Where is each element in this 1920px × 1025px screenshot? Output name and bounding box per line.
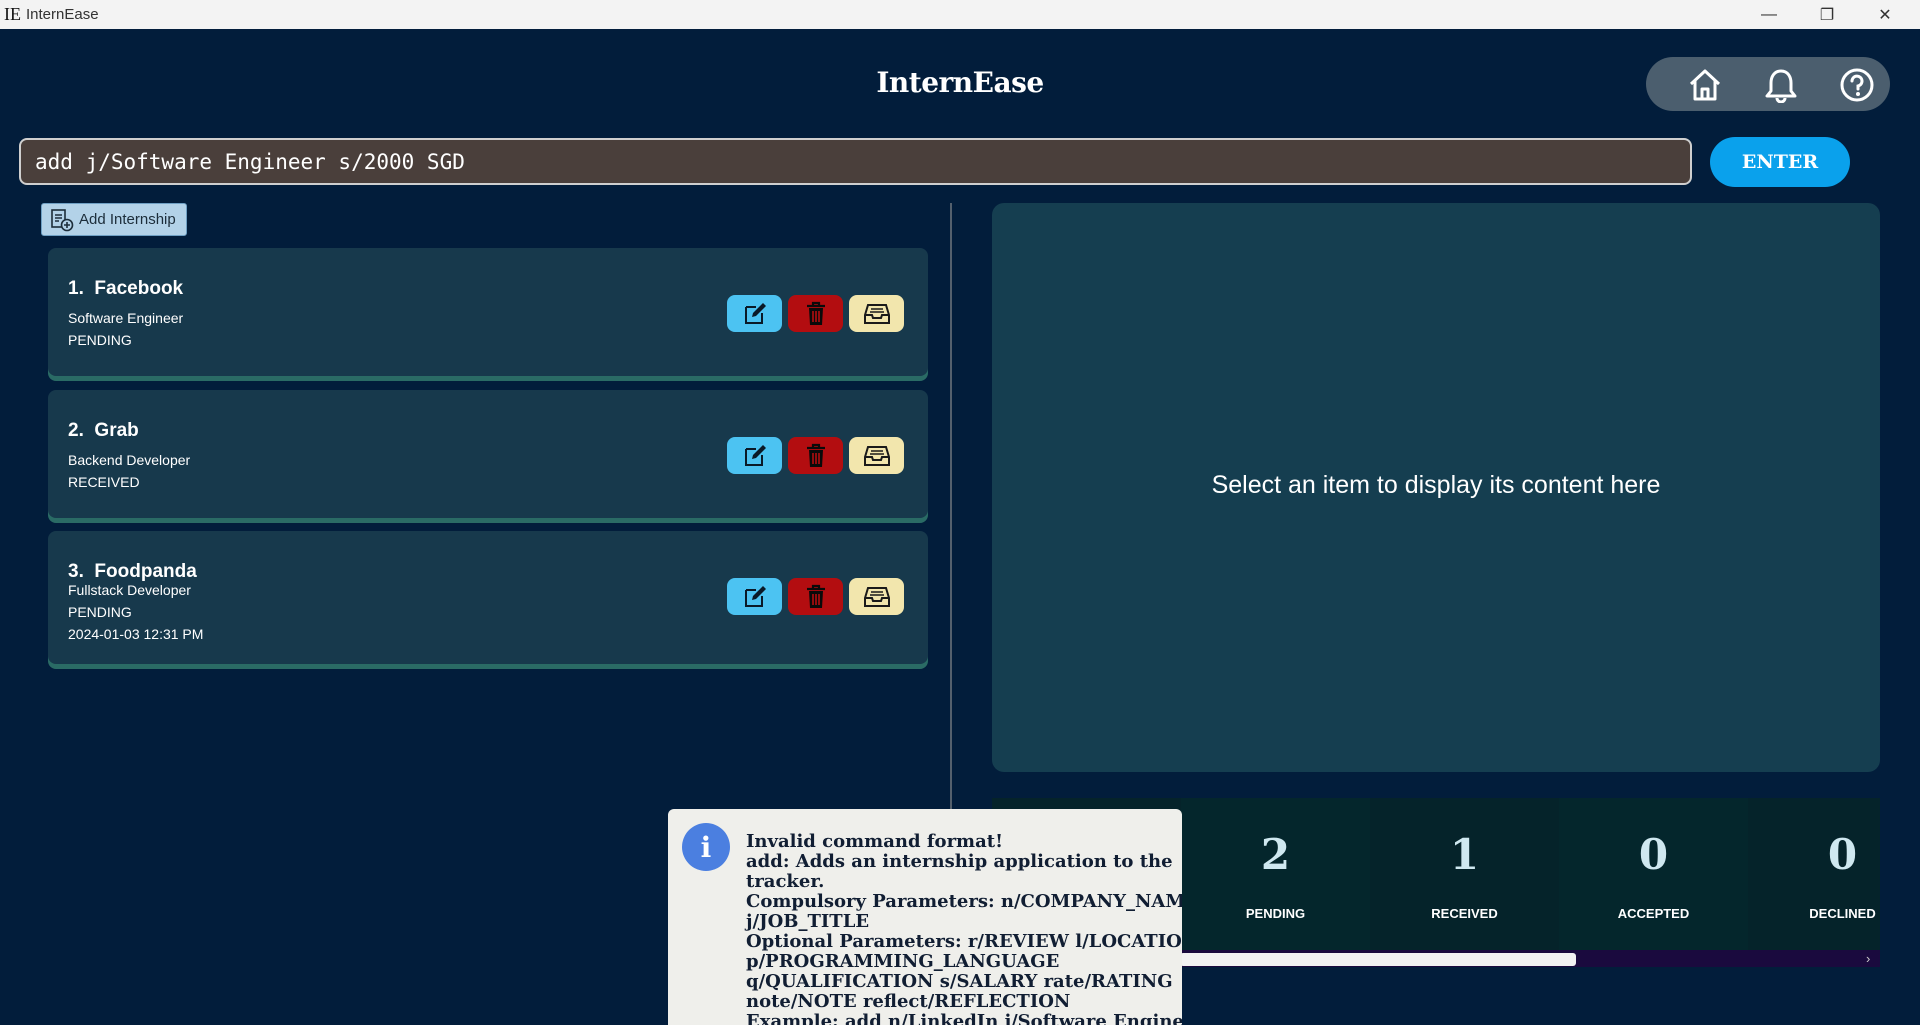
add-internship-button[interactable]: Add Internship [41, 203, 187, 236]
bell-icon [1765, 69, 1797, 103]
internship-card[interactable]: 3. Foodpanda Fullstack Developer PENDING… [48, 531, 928, 664]
error-notification: i Invalid command format! add: Adds an i… [668, 809, 1182, 1025]
internship-company: 1. Facebook [68, 278, 184, 299]
window-title: InternEase [26, 6, 99, 23]
command-input[interactable]: add j/Software Engineer s/2000 SGD [19, 138, 1692, 185]
inbox-icon [863, 586, 890, 607]
help-button[interactable] [1838, 66, 1876, 104]
stat-label: RECEIVED [1431, 906, 1498, 921]
edit-button[interactable] [727, 295, 782, 332]
internship-role: Fullstack Developer [68, 582, 191, 598]
error-line: j/JOB_TITLE [746, 911, 870, 932]
inbox-icon [863, 445, 890, 466]
home-icon [1689, 69, 1721, 101]
internship-card[interactable]: 1. Facebook Software Engineer PENDING [48, 248, 928, 376]
close-button[interactable]: ✕ [1856, 0, 1914, 29]
error-line: p/PROGRAMMING_LANGUAGE [746, 951, 1060, 972]
edit-icon [744, 444, 766, 466]
trash-icon [806, 301, 825, 325]
add-document-icon [51, 208, 74, 231]
home-button[interactable] [1686, 66, 1724, 104]
help-icon [1840, 68, 1874, 102]
add-internship-label: Add Internship [79, 211, 176, 228]
internship-role: Software Engineer [68, 310, 184, 326]
stat-accepted: 0 ACCEPTED [1559, 798, 1748, 950]
stat-count: 2 [1260, 830, 1291, 879]
error-line: Example: add n/LinkedIn j/Software Engin… [746, 1011, 1182, 1025]
internship-status: PENDING [68, 604, 132, 620]
stat-label: ACCEPTED [1617, 906, 1690, 921]
info-icon: i [682, 823, 730, 871]
internship-card[interactable]: 2. Grab Backend Developer RECEIVED [48, 390, 928, 518]
maximize-button[interactable]: ❐ [1798, 0, 1856, 29]
enter-button[interactable]: ENTER [1710, 137, 1850, 187]
stat-label: DECLINED [1809, 906, 1876, 921]
app-logo: IE [4, 4, 21, 24]
minimize-button[interactable]: — [1740, 0, 1798, 29]
edit-icon [744, 585, 766, 607]
internship-company: 2. Grab [68, 420, 139, 441]
error-line: Invalid command format! [746, 831, 1003, 852]
app-title: InternEase [876, 66, 1044, 99]
window-titlebar: IE InternEase — ❐ ✕ [0, 0, 1920, 29]
nav-bar [1646, 57, 1890, 111]
error-line: Compulsory Parameters: n/COMPANY_NAME [746, 891, 1182, 912]
trash-icon [806, 584, 825, 608]
scrollbar-thumb[interactable] [1180, 953, 1576, 966]
edit-icon [744, 302, 766, 324]
scroll-right-icon[interactable]: › [1866, 951, 1870, 966]
error-line: q/QUALIFICATION s/SALARY rate/RATING [746, 971, 1173, 992]
archive-button[interactable] [849, 295, 904, 332]
error-line: Optional Parameters: r/REVIEW l/LOCATION [746, 931, 1182, 952]
delete-button[interactable] [788, 578, 843, 615]
archive-button[interactable] [849, 578, 904, 615]
edit-button[interactable] [727, 437, 782, 474]
internship-date: 2024-01-03 12:31 PM [68, 626, 204, 642]
detail-placeholder: Select an item to display its content he… [1211, 471, 1661, 499]
delete-button[interactable] [788, 437, 843, 474]
internship-role: Backend Developer [68, 452, 191, 468]
inbox-icon [863, 303, 890, 324]
error-message: Invalid command format! add: Adds an int… [746, 831, 1182, 1025]
notifications-button[interactable] [1762, 66, 1800, 104]
stat-pending: 2 PENDING [1181, 798, 1370, 950]
internship-status: PENDING [68, 332, 132, 348]
stat-count: 0 [1827, 830, 1858, 879]
error-line: tracker. [746, 871, 825, 892]
stat-received: 1 RECEIVED [1370, 798, 1559, 950]
detail-panel: Select an item to display its content he… [992, 203, 1880, 772]
archive-button[interactable] [849, 437, 904, 474]
internship-company: 3. Foodpanda [68, 561, 197, 582]
error-line: note/NOTE reflect/REFLECTION [746, 991, 1071, 1012]
stat-count: 1 [1449, 830, 1480, 879]
error-line: add: Adds an internship application to t… [746, 851, 1173, 872]
stat-label: PENDING [1245, 906, 1306, 921]
trash-icon [806, 443, 825, 467]
internship-status: RECEIVED [68, 474, 140, 490]
stat-declined: 0 DECLINED [1748, 798, 1880, 950]
delete-button[interactable] [788, 295, 843, 332]
stat-count: 0 [1638, 830, 1669, 879]
edit-button[interactable] [727, 578, 782, 615]
